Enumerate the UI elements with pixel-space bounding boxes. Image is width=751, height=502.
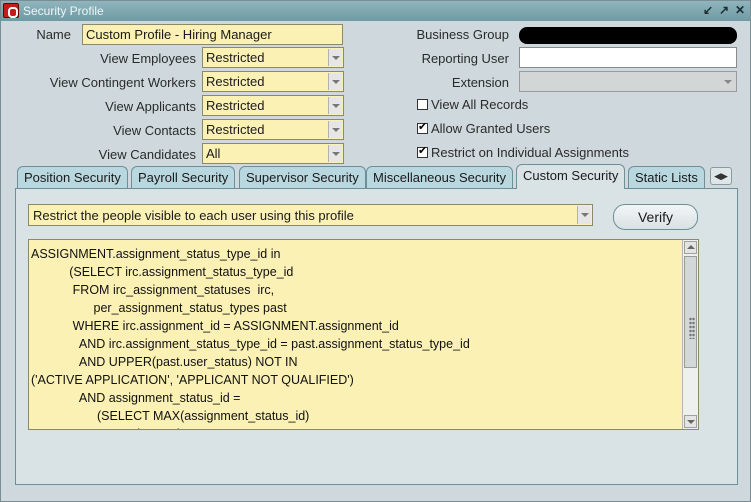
- view-contingent-select[interactable]: Restricted: [202, 71, 344, 92]
- view-employees-select[interactable]: Restricted: [202, 47, 344, 68]
- scroll-down-icon[interactable]: [684, 415, 697, 428]
- extension-select[interactable]: [519, 71, 737, 92]
- restriction-type-select[interactable]: Restrict the people visible to each user…: [28, 204, 593, 226]
- tab-scroll-arrows-icon[interactable]: ◀▶: [710, 167, 732, 185]
- minimize-icon[interactable]: ↙: [701, 3, 715, 18]
- view-candidates-value: All: [206, 146, 221, 161]
- view-applicants-select[interactable]: Restricted: [202, 95, 344, 116]
- view-applicants-value: Restricted: [206, 98, 265, 113]
- view-contingent-label: View Contingent Workers: [49, 75, 196, 90]
- view-candidates-label: View Candidates: [98, 147, 196, 162]
- business-group-label: Business Group: [416, 27, 510, 42]
- title-bar: Security Profile ↙ ↗ ✕: [1, 1, 750, 21]
- reporting-user-label: Reporting User: [421, 51, 509, 66]
- oracle-app-icon: [3, 3, 19, 18]
- restriction-type-value: Restrict the people visible to each user…: [33, 208, 354, 223]
- grip-icon: [689, 317, 695, 339]
- view-contingent-value: Restricted: [206, 74, 265, 89]
- tab-supervisor-security[interactable]: Supervisor Security: [239, 166, 366, 188]
- view-all-records-checkbox[interactable]: [417, 99, 428, 110]
- tab-custom-security[interactable]: Custom Security: [516, 164, 626, 189]
- view-employees-value: Restricted: [206, 50, 265, 65]
- custom-sql-text: ASSIGNMENT.assignment_status_type_id in …: [31, 247, 470, 429]
- view-applicants-label: View Applicants: [105, 99, 196, 114]
- scroll-up-icon[interactable]: [684, 241, 697, 254]
- tab-static-lists[interactable]: Static Lists: [628, 166, 705, 188]
- view-contacts-value: Restricted: [206, 122, 265, 137]
- scroll-thumb[interactable]: [684, 256, 697, 368]
- chevron-down-icon[interactable]: [328, 49, 342, 66]
- chevron-down-icon[interactable]: [328, 145, 342, 162]
- allow-granted-users-checkbox[interactable]: [417, 120, 428, 134]
- view-candidates-select[interactable]: All: [202, 143, 344, 164]
- chevron-down-icon[interactable]: [328, 97, 342, 114]
- vertical-scrollbar[interactable]: [682, 240, 698, 429]
- name-field[interactable]: Custom Profile - Hiring Manager: [82, 24, 343, 45]
- restrict-individual-label: Restrict on Individual Assignments: [431, 145, 629, 160]
- chevron-down-icon[interactable]: [721, 73, 735, 90]
- security-profile-window: Security Profile ↙ ↗ ✕ Name Custom Profi…: [0, 0, 751, 502]
- tab-miscellaneous-security[interactable]: Miscellaneous Security: [366, 166, 513, 188]
- tab-payroll-security[interactable]: Payroll Security: [131, 166, 236, 188]
- chevron-down-icon[interactable]: [577, 206, 591, 224]
- chevron-down-icon[interactable]: [328, 73, 342, 90]
- reporting-user-field[interactable]: [519, 47, 737, 68]
- close-icon[interactable]: ✕: [733, 3, 747, 18]
- chevron-down-icon[interactable]: [328, 121, 342, 138]
- view-employees-label: View Employees: [100, 51, 196, 66]
- name-label: Name: [36, 27, 71, 42]
- window-title: Security Profile: [23, 4, 104, 18]
- tab-position-security[interactable]: Position Security: [17, 166, 128, 188]
- business-group-field-redacted[interactable]: [519, 27, 737, 44]
- verify-button[interactable]: Verify: [613, 204, 698, 230]
- restrict-individual-checkbox[interactable]: [417, 144, 428, 158]
- allow-granted-users-label: Allow Granted Users: [431, 121, 551, 136]
- custom-sql-textarea[interactable]: ASSIGNMENT.assignment_status_type_id in …: [28, 239, 699, 430]
- view-contacts-select[interactable]: Restricted: [202, 119, 344, 140]
- extension-label: Extension: [451, 75, 509, 90]
- maximize-icon[interactable]: ↗: [717, 3, 731, 18]
- view-all-records-label: View All Records: [431, 97, 529, 112]
- view-contacts-label: View Contacts: [113, 123, 196, 138]
